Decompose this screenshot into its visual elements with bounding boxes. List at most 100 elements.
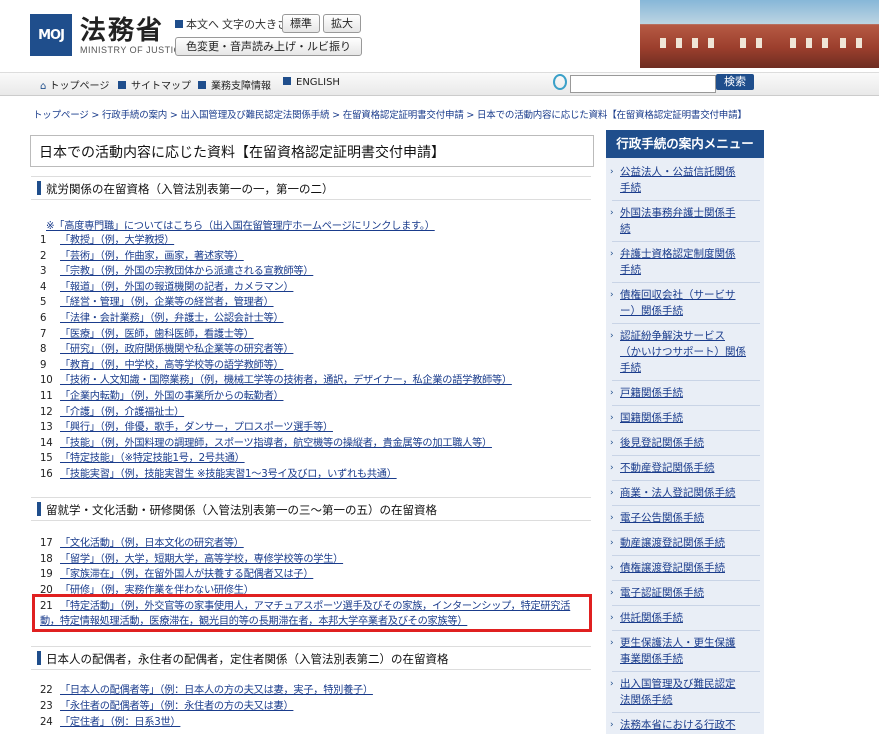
sidebar-item-label: 法関係手続 bbox=[620, 694, 673, 706]
visa-link[interactable]: 「特定技能」（※特定技能1号，2号共通） bbox=[60, 453, 245, 464]
sidebar-item[interactable]: › 動産譲渡登記関係手続 bbox=[610, 535, 756, 551]
sidebar-item[interactable]: › 供託関係手続 bbox=[610, 610, 756, 626]
sidebar-item-label: 弁護士資格認定制度関係 bbox=[620, 248, 736, 260]
visa-link[interactable]: 「芸術」（例，作曲家，画家，著述家等） bbox=[60, 251, 244, 262]
chevron-right-icon: › bbox=[610, 249, 614, 259]
visa-list-item[interactable]: 6 「法律・会計業務」（例，弁護士，公認会計士等） bbox=[40, 312, 284, 325]
visa-list-item[interactable]: 10 「技術・人文知識・国際業務」（例，機械工学等の技術者，通訳，デザイナー，私企… bbox=[40, 374, 512, 387]
chevron-right-icon: › bbox=[610, 488, 614, 498]
visa-list-item[interactable]: 14 「技能」（例，外国料理の調理師，スポーツ指導者，航空機等の操縦者，貴金属等の… bbox=[40, 437, 492, 450]
color-speech-ruby-button[interactable]: 色変更・音声読み上げ・ルビ振り bbox=[175, 37, 362, 56]
sidebar-divider bbox=[612, 200, 760, 201]
visa-link[interactable]: 「教授」（例，大学教授） bbox=[60, 235, 174, 246]
sidebar-item-label: 不動産登記関係手続 bbox=[620, 462, 715, 474]
sidebar-item[interactable]: › 債権回収会社（サービサ ー）関係手続 bbox=[610, 287, 756, 319]
nav-item-top-page[interactable]: ⌂ トップページ bbox=[40, 77, 109, 92]
sidebar-item[interactable]: › 戸籍関係手続 bbox=[610, 385, 756, 401]
visa-list-item[interactable]: 2 「芸術」（例，作曲家，画家，著述家等） bbox=[40, 250, 244, 263]
highly-skilled-note-link[interactable]: ※「高度専門職」についてはこちら（出入国在留管理庁ホームページにリンクします。） bbox=[46, 217, 435, 232]
search-input[interactable] bbox=[570, 75, 716, 93]
chevron-right-icon: › bbox=[610, 679, 614, 689]
moj-logo[interactable]: MOJ bbox=[30, 14, 72, 56]
sidebar-item[interactable]: › 債権譲渡登記関係手続 bbox=[610, 560, 756, 576]
sidebar-divider bbox=[612, 712, 760, 713]
sidebar-item-label: 後見登記関係手続 bbox=[620, 437, 704, 449]
font-standard-button[interactable]: 標準 bbox=[282, 14, 320, 33]
visa-link[interactable]: 「企業内転勤」（例，外国の事業所からの転勤者） bbox=[60, 391, 284, 402]
sidebar-item[interactable]: › 不動産登記関係手続 bbox=[610, 460, 756, 476]
chevron-right-icon: › bbox=[610, 720, 614, 730]
visa-link[interactable]: 「研究」（例，政府関係機関や私企業等の研究者等） bbox=[60, 344, 294, 355]
sidebar-item[interactable]: › 電子認証関係手続 bbox=[610, 585, 756, 601]
visa-list-item[interactable]: 24 「定住者」（例：日系3世） bbox=[40, 716, 181, 729]
visa-link[interactable]: 「介護」（例，介護福祉士） bbox=[60, 407, 184, 418]
visa-list-item[interactable]: 17 「文化活動」（例，日本文化の研究者等） bbox=[40, 537, 244, 550]
visa-list-item[interactable]: 13 「興行」（例，俳優，歌手，ダンサー，プロスポーツ選手等） bbox=[40, 421, 333, 434]
visa-list-item[interactable]: 8 「研究」（例，政府関係機関や私企業等の研究者等） bbox=[40, 343, 294, 356]
visa-link[interactable]: 「興行」（例，俳優，歌手，ダンサー，プロスポーツ選手等） bbox=[60, 422, 333, 433]
visa-list-item[interactable]: 5 「経営・管理」（例，企業等の経営者，管理者） bbox=[40, 296, 274, 309]
sidebar-item[interactable]: › 更生保護法人・更生保護 事業関係手続 bbox=[610, 635, 756, 667]
visa-list-item[interactable]: 3 「宗教」（例，外国の宗教団体から派遣される宣教師等） bbox=[40, 265, 314, 278]
sidebar-item[interactable]: › 公益法人・公益信託関係 手続 bbox=[610, 164, 756, 196]
visa-link[interactable]: 「技能実習」（例，技能実習生 ※技能実習1～3号イ及びロ，いずれも共通） bbox=[60, 469, 397, 480]
visa-list-item[interactable]: 23 「永住者の配偶者等」（例：永住者の方の夫又は妻） bbox=[40, 700, 294, 713]
section-marker bbox=[37, 651, 41, 665]
visa-link[interactable]: 「家族滞在」（例，在留外国人が扶養する配偶者又は子） bbox=[60, 569, 314, 580]
procedures-sidebar: 行政手続の案内メニュー › 公益法人・公益信託関係 手続 › 外国法事務弁護士関係手続 ›… bbox=[606, 130, 764, 734]
visa-list-item[interactable]: 4 「報道」（例，外国の報道機関の記者，カメラマン） bbox=[40, 281, 294, 294]
visa-link[interactable]: 「日本人の配偶者等」（例：日本人の方の夫又は妻，実子，特別養子） bbox=[60, 685, 373, 696]
item-number: 9 bbox=[40, 359, 47, 371]
chevron-right-icon: › bbox=[610, 463, 614, 473]
section-marker bbox=[37, 502, 41, 516]
search-button[interactable]: 検索 bbox=[716, 74, 754, 90]
site-name[interactable]: 法務省 bbox=[80, 10, 164, 47]
visa-link[interactable]: 「医療」（例，医師，歯科医師，看護士等） bbox=[60, 329, 254, 340]
skip-to-content-link[interactable]: 本文へ bbox=[175, 16, 219, 32]
visa-link[interactable]: 「経営・管理」（例，企業等の経営者，管理者） bbox=[60, 297, 274, 308]
item-number: 6 bbox=[40, 313, 47, 324]
visa-list-item[interactable]: 16 「技能実習」（例，技能実習生 ※技能実習1～3号イ及びロ，いずれも共通） bbox=[40, 468, 397, 481]
item-number: 7 bbox=[40, 328, 47, 340]
visa-list-item[interactable]: 1 「教授」（例，大学教授） bbox=[40, 234, 174, 247]
nav-item-english[interactable]: ENGLISH bbox=[283, 77, 340, 88]
visa-list-item[interactable]: 9 「教育」（例，中学校，高等学校等の語学教師等） bbox=[40, 359, 284, 372]
visa-link[interactable]: 「宗教」（例，外国の宗教団体から派遣される宣教師等） bbox=[60, 266, 314, 277]
visa-list-item[interactable]: 22 「日本人の配偶者等」（例：日本人の方の夫又は妻，実子，特別養子） bbox=[40, 684, 373, 697]
visa-list-item[interactable]: 19 「家族滞在」（例，在留外国人が扶養する配偶者又は子） bbox=[40, 568, 314, 581]
sidebar-item[interactable]: › 法務本省における行政不 bbox=[610, 717, 756, 733]
item-number: 12 bbox=[40, 406, 53, 418]
sidebar-item[interactable]: › 弁護士資格認定制度関係 手続 bbox=[610, 246, 756, 278]
visa-link[interactable]: 「技能」（例，外国料理の調理師，スポーツ指導者，航空機等の操縦者，貴金属等の加工… bbox=[60, 438, 492, 449]
visa-list-item[interactable]: 11 「企業内転勤」（例，外国の事業所からの転勤者） bbox=[40, 390, 284, 403]
font-large-button[interactable]: 拡大 bbox=[323, 14, 361, 33]
sidebar-item[interactable]: › 国籍関係手続 bbox=[610, 410, 756, 426]
nav-item-service-disruption[interactable]: 業務支障情報 bbox=[198, 77, 271, 92]
visa-list-item[interactable]: 7 「医療」（例，医師，歯科医師，看護士等） bbox=[40, 328, 254, 341]
sidebar-item[interactable]: › 後見登記関係手続 bbox=[610, 435, 756, 451]
visa-list-item[interactable]: 15 「特定技能」（※特定技能1号，2号共通） bbox=[40, 452, 245, 465]
visa-link[interactable]: 「定住者」（例：日系3世） bbox=[60, 717, 181, 728]
visa-link[interactable]: 「留学」（例，大学，短期大学，高等学校，専修学校等の学生） bbox=[60, 554, 343, 565]
sidebar-item-label: 認証紛争解決サービス bbox=[620, 330, 725, 342]
visa-list-item[interactable]: 18 「留学」（例，大学，短期大学，高等学校，専修学校等の学生） bbox=[40, 553, 343, 566]
chevron-right-icon: › bbox=[610, 208, 614, 218]
nav-item-sitemap[interactable]: サイトマップ bbox=[118, 77, 191, 92]
sidebar-item[interactable]: › 外国法事務弁護士関係手続 bbox=[610, 205, 756, 237]
visa-link[interactable]: 「教育」（例，中学校，高等学校等の語学教師等） bbox=[60, 360, 284, 371]
visa-link[interactable]: 「文化活動」（例，日本文化の研究者等） bbox=[60, 538, 244, 549]
chevron-right-icon: › bbox=[610, 438, 614, 448]
visa-link[interactable]: 「技術・人文知識・国際業務」（例，機械工学等の技術者，通訳，デザイナー，私企業の… bbox=[60, 375, 512, 386]
sidebar-item[interactable]: › 認証紛争解決サービス （かいけつサポート）関係 手続 bbox=[610, 328, 756, 376]
visa-list-item[interactable]: 12 「介護」（例，介護福祉士） bbox=[40, 406, 184, 419]
sidebar-item[interactable]: › 電子公告関係手続 bbox=[610, 510, 756, 526]
sidebar-item[interactable]: › 商業・法人登記関係手続 bbox=[610, 485, 756, 501]
breadcrumb[interactable]: トップページ > 行政手続の案内 > 出入国管理及び難民認定法関係手続 > 在留… bbox=[33, 107, 747, 121]
square-bullet-icon bbox=[118, 81, 126, 89]
visa-link[interactable]: 「法律・会計業務」（例，弁護士，公認会計士等） bbox=[60, 313, 284, 324]
sidebar-item[interactable]: › 出入国管理及び難民認定 法関係手続 bbox=[610, 676, 756, 708]
visa-link[interactable]: 「報道」（例，外国の報道機関の記者，カメラマン） bbox=[60, 282, 294, 293]
visa-link[interactable]: 「永住者の配偶者等」（例：永住者の方の夫又は妻） bbox=[60, 701, 294, 712]
sidebar-item-label: 手続 bbox=[620, 362, 641, 374]
item-number: 3 bbox=[40, 266, 47, 278]
